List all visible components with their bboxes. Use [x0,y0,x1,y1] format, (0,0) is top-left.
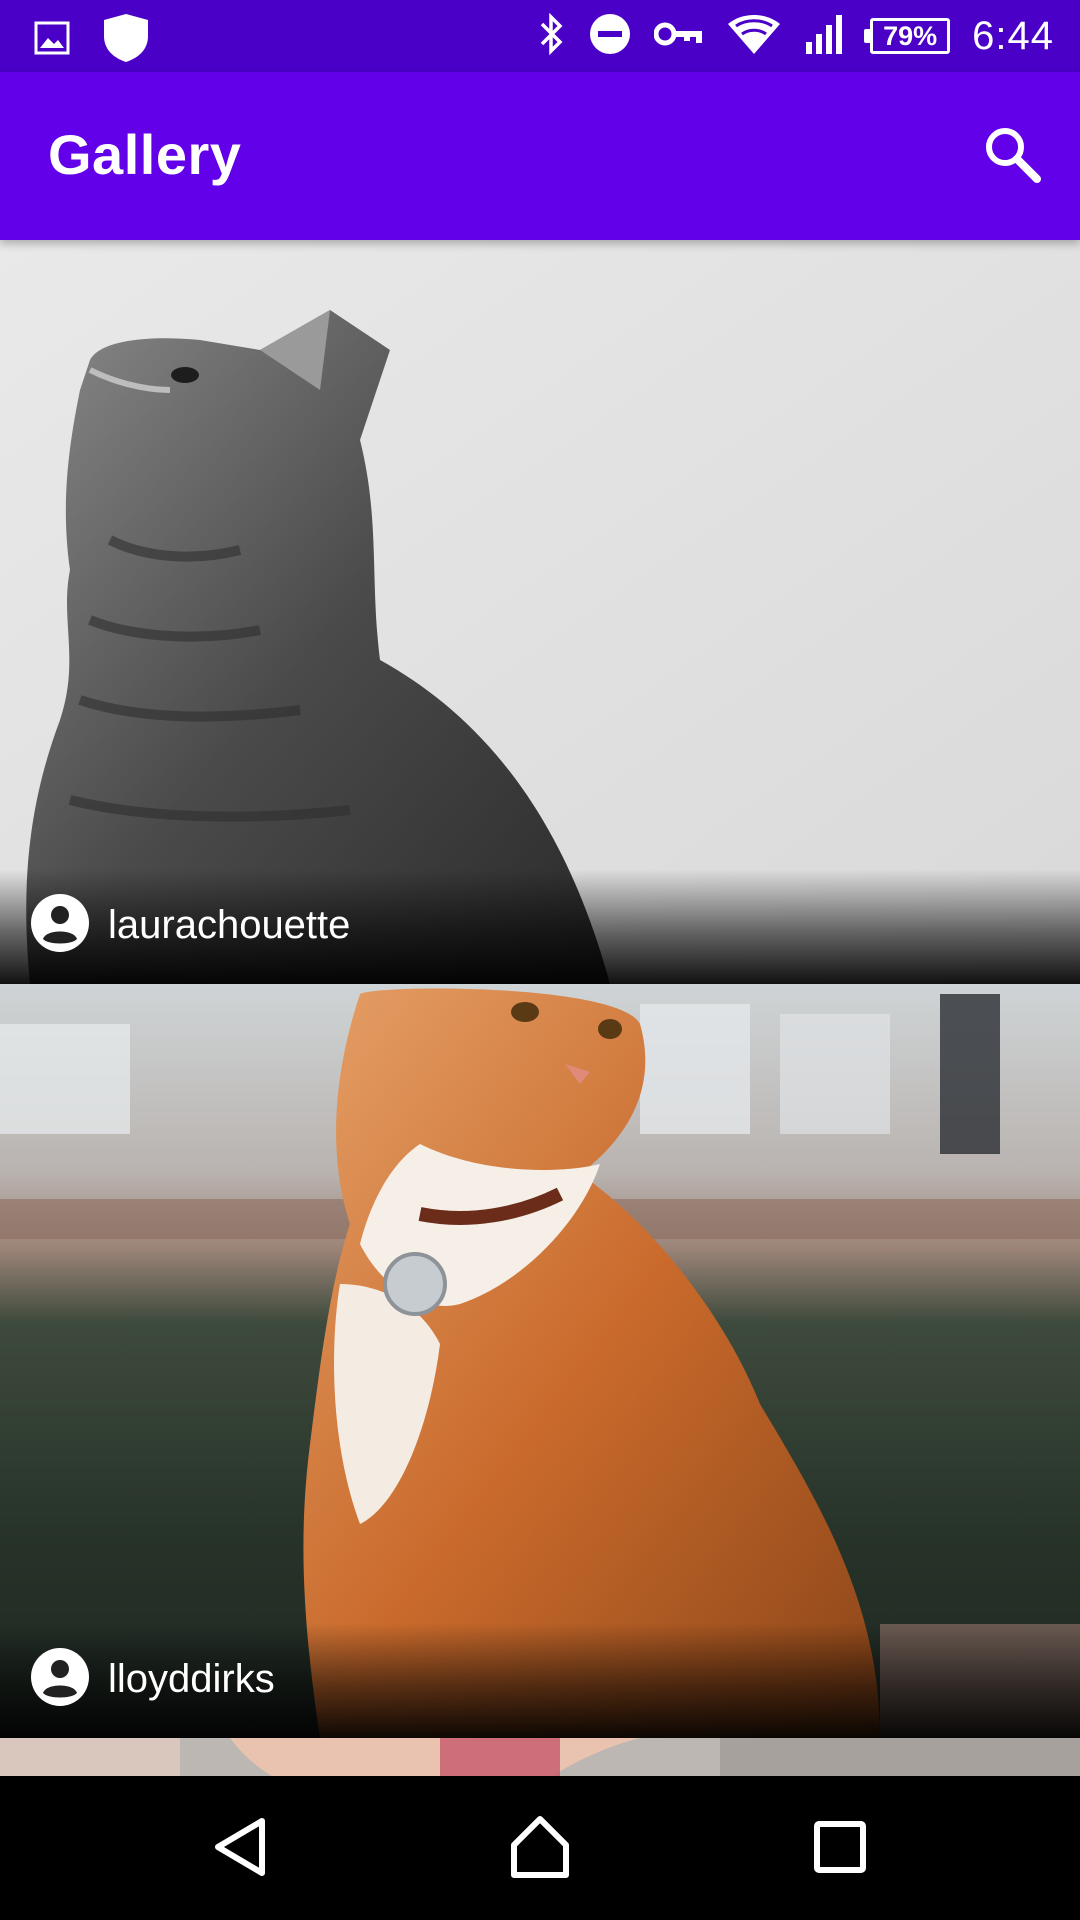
search-button[interactable] [974,118,1050,194]
recents-button[interactable] [790,1804,890,1894]
cell-signal-icon [804,12,848,61]
search-icon [983,125,1041,188]
gallery-item[interactable] [0,1738,1080,1776]
page-title: Gallery [48,123,242,186]
image-icon [34,20,70,61]
gallery-list[interactable]: laurachouette lloyddirks [0,240,1080,1776]
gallery-item[interactable]: lloyddirks [0,984,1080,1738]
wifi-icon [726,12,782,61]
clock: 6:44 [972,13,1054,58]
shield-icon [100,12,152,69]
battery-icon: 79% [864,18,951,54]
app-bar: Gallery [0,72,1080,240]
system-nav-bar [0,1776,1080,1920]
author-name: lloyddirks [108,1657,275,1701]
back-button[interactable] [190,1804,290,1894]
home-button[interactable] [490,1804,590,1894]
card-author: lloyddirks [30,1647,275,1712]
author-name: laurachouette [108,903,351,947]
battery-percent: 79% [883,20,938,51]
do-not-disturb-icon [588,12,632,61]
bluetooth-icon [538,12,566,61]
status-bar: 79% 6:44 [0,0,1080,72]
account-circle-icon [30,1647,90,1712]
back-icon [210,1815,270,1884]
gallery-item[interactable]: laurachouette [0,240,1080,984]
gallery-photo [0,1738,1080,1776]
home-icon [508,1815,572,1884]
recents-icon [812,1819,868,1880]
vpn-key-icon [653,19,704,54]
card-author: laurachouette [30,893,350,958]
account-circle-icon [30,893,90,958]
